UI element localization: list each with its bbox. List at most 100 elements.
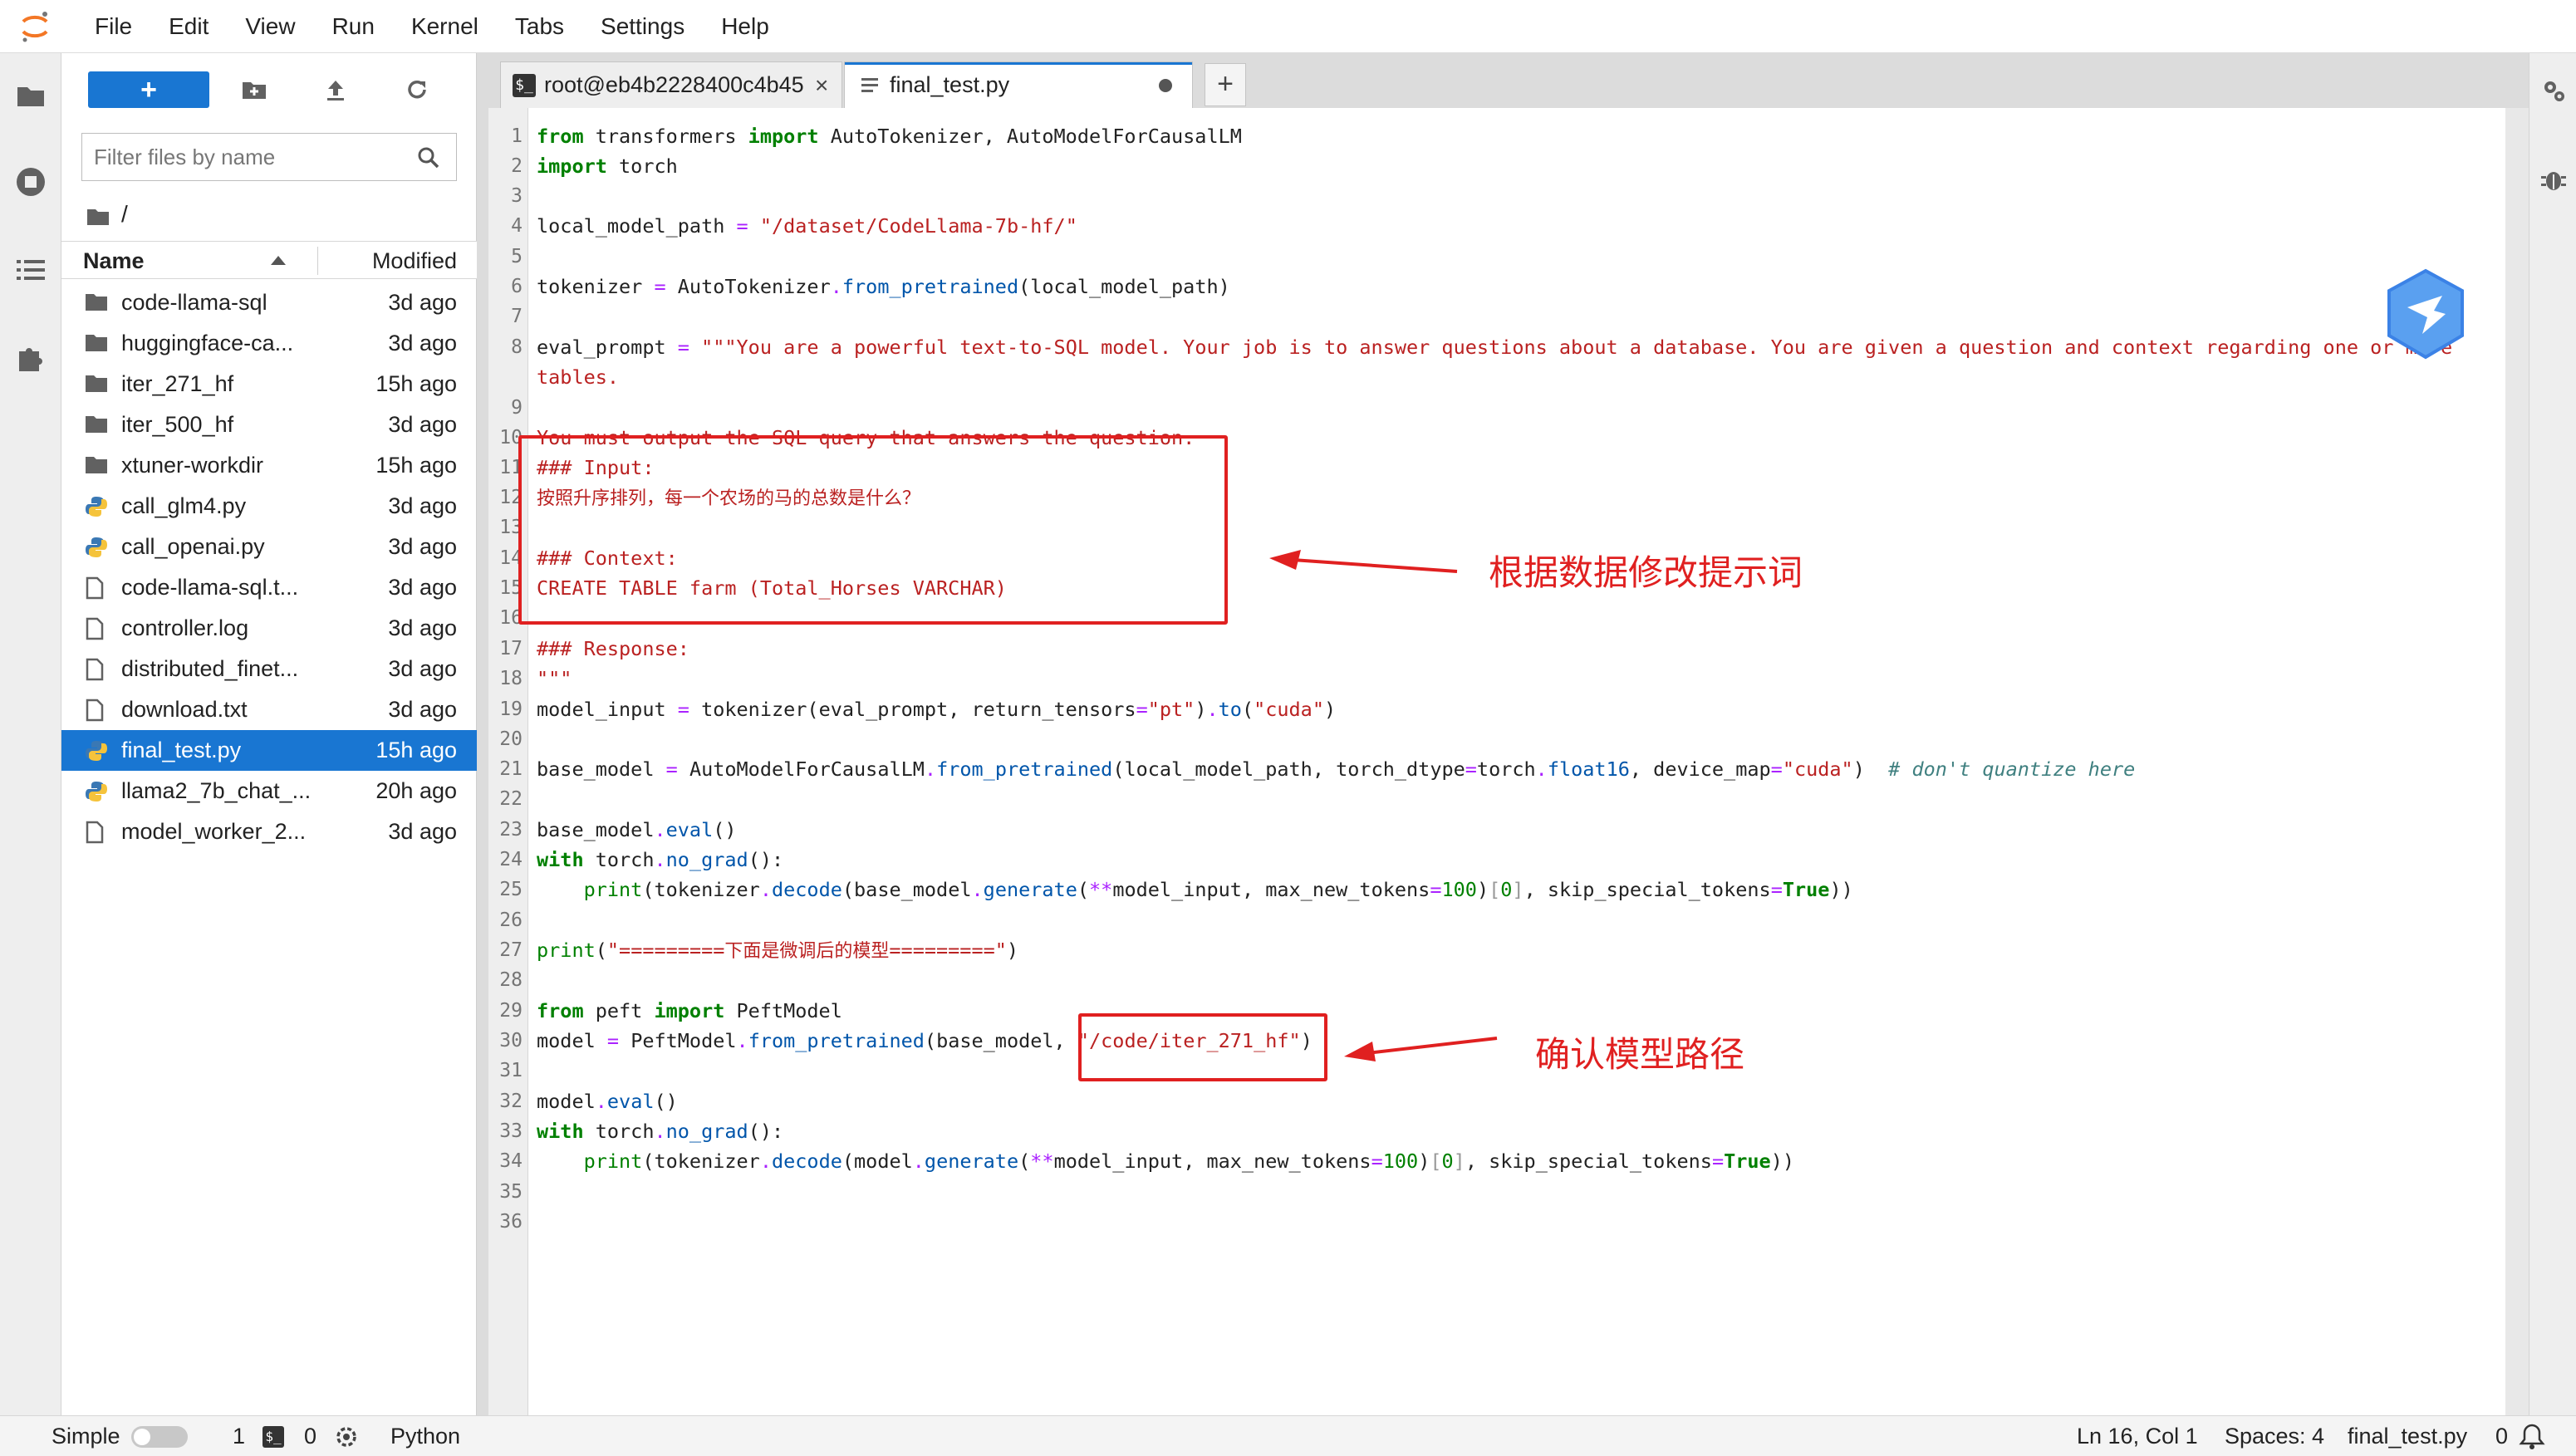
menu-view[interactable]: View <box>227 0 313 53</box>
kernel-name[interactable]: Python <box>390 1416 460 1456</box>
file-modified: 15h ago <box>375 371 457 396</box>
refresh-icon[interactable] <box>400 73 434 106</box>
annotation-label-prompt: 根据数据修改提示词 <box>1489 552 1803 593</box>
line-number: 20 <box>499 728 523 750</box>
code-content[interactable]: from transformers import AutoTokenizer, … <box>528 108 2505 1415</box>
line-number: 26 <box>499 909 523 931</box>
python-file-icon <box>85 536 108 559</box>
notification-bell-icon[interactable] <box>2519 1423 2545 1456</box>
line-number: 30 <box>499 1030 523 1052</box>
menu-run[interactable]: Run <box>314 0 393 53</box>
code-editor[interactable]: 1 2 3 4 5 6 7 8 9 10 11 12 13 14 15 16 17 18 19 20 21 22 23 24 2… <box>488 108 2529 1415</box>
file-filter-search[interactable] <box>81 133 457 181</box>
extension-manager-icon[interactable] <box>13 341 48 375</box>
kernel-count[interactable]: 0 <box>304 1416 316 1456</box>
file-modified: 15h ago <box>375 738 457 762</box>
code-line: base_model.eval() <box>537 818 737 841</box>
line-number: 15 <box>499 577 523 599</box>
assistant-bird-icon[interactable] <box>2384 267 2467 360</box>
file-name: final_test.py <box>121 738 242 762</box>
menu-kernel[interactable]: Kernel <box>393 0 497 53</box>
editor-scrollbar[interactable] <box>2505 108 2529 1415</box>
menu-settings[interactable]: Settings <box>582 0 703 53</box>
left-activity-bar <box>0 53 61 1415</box>
debugger-bug-icon[interactable] <box>2541 166 2566 197</box>
code-line: model = PeftModel.from_pretrained(base_m… <box>537 1029 1313 1052</box>
tab-terminal[interactable]: $_ root@eb4b2228400c4b45 × <box>500 61 842 108</box>
table-of-contents-icon[interactable] <box>13 252 48 287</box>
right-sidebar <box>2529 53 2576 1415</box>
column-modified-header[interactable]: Modified <box>372 242 457 280</box>
line-number: 16 <box>499 607 523 629</box>
file-row[interactable]: call_openai.py 3d ago <box>61 527 477 567</box>
terminal-count[interactable]: 1 <box>233 1416 245 1456</box>
file-row[interactable]: download.txt 3d ago <box>61 689 477 730</box>
code-line: from peft import PeftModel <box>537 999 842 1022</box>
indent-spaces[interactable]: Spaces: 4 <box>2225 1416 2324 1456</box>
line-number: 23 <box>499 819 523 841</box>
file-icon <box>85 617 108 640</box>
line-number: 19 <box>499 699 523 720</box>
line-number-gutter: 1 2 3 4 5 6 7 8 9 10 11 12 13 14 15 16 17 18 19 20 21 22 23 24 2… <box>488 108 528 1415</box>
file-row[interactable]: controller.log 3d ago <box>61 608 477 649</box>
file-row[interactable]: iter_500_hf 3d ago <box>61 404 477 445</box>
line-number: 27 <box>499 939 523 961</box>
line-number: 36 <box>499 1211 523 1233</box>
column-name-header[interactable]: Name <box>83 242 145 280</box>
file-row[interactable]: iter_271_hf 15h ago <box>61 364 477 404</box>
file-row[interactable]: final_test.py 15h ago <box>61 730 477 771</box>
file-modified: 3d ago <box>388 534 457 559</box>
column-divider[interactable] <box>317 247 318 275</box>
cursor-position[interactable]: Ln 16, Col 1 <box>2077 1416 2198 1456</box>
file-filter-input[interactable] <box>94 140 410 174</box>
file-row[interactable]: distributed_finet... 3d ago <box>61 649 477 689</box>
file-modified: 3d ago <box>388 656 457 681</box>
new-launcher-button[interactable]: + <box>88 71 209 108</box>
folder-icon <box>85 454 108 478</box>
python-file-icon <box>85 495 108 518</box>
code-line: print(tokenizer.decode(model.generate(**… <box>583 1150 1794 1173</box>
breadcrumb-root[interactable]: / <box>121 201 128 228</box>
file-icon <box>860 74 880 97</box>
folder-icon[interactable] <box>86 205 110 225</box>
file-list: code-llama-sql 3d ago huggingface-ca... 3d … <box>61 282 477 852</box>
new-folder-icon[interactable] <box>238 73 271 106</box>
file-row[interactable]: xtuner-workdir 15h ago <box>61 445 477 486</box>
upload-icon[interactable] <box>319 73 352 106</box>
notification-count[interactable]: 0 <box>2495 1416 2508 1456</box>
file-name: iter_271_hf <box>121 371 234 396</box>
annotation-label-model-path: 确认模型路径 <box>1535 1034 1745 1075</box>
menu-file[interactable]: File <box>76 0 150 53</box>
close-icon[interactable]: × <box>815 72 828 99</box>
line-number: 24 <box>499 849 523 870</box>
running-sessions-icon[interactable] <box>13 164 48 199</box>
menu-help[interactable]: Help <box>703 0 788 53</box>
menu-tabs[interactable]: Tabs <box>497 0 582 53</box>
unsaved-dot-icon[interactable] <box>1159 79 1172 92</box>
terminal-icon: $_ <box>263 1426 284 1448</box>
line-number: 18 <box>499 668 523 689</box>
simple-mode-toggle[interactable] <box>131 1426 188 1448</box>
python-file-icon <box>85 739 108 762</box>
file-row[interactable]: code-llama-sql 3d ago <box>61 282 477 323</box>
code-line: """ <box>537 667 572 690</box>
panel-splitter[interactable] <box>477 53 488 1415</box>
code-line: CREATE TABLE farm (Total_Horses VARCHAR) <box>537 576 1007 600</box>
line-number: 7 <box>511 306 523 327</box>
file-row[interactable]: huggingface-ca... 3d ago <box>61 323 477 364</box>
line-number: 25 <box>499 879 523 900</box>
line-number: 6 <box>511 276 523 297</box>
folder-icon[interactable] <box>13 78 48 113</box>
search-icon <box>416 145 441 170</box>
file-row[interactable]: call_glm4.py 3d ago <box>61 486 477 527</box>
folder-icon <box>85 373 108 396</box>
new-tab-button[interactable]: + <box>1205 63 1246 106</box>
file-row[interactable]: code-llama-sql.t... 3d ago <box>61 567 477 608</box>
tab-final-test[interactable]: final_test.py <box>844 61 1193 108</box>
menu-edit[interactable]: Edit <box>150 0 227 53</box>
file-row[interactable]: llama2_7b_chat_... 20h ago <box>61 771 477 811</box>
file-icon <box>85 699 108 722</box>
file-row[interactable]: model_worker_2... 3d ago <box>61 811 477 852</box>
property-inspector-icon[interactable] <box>2541 78 2568 109</box>
code-line: You must output the SQL query that answe… <box>537 426 1195 449</box>
